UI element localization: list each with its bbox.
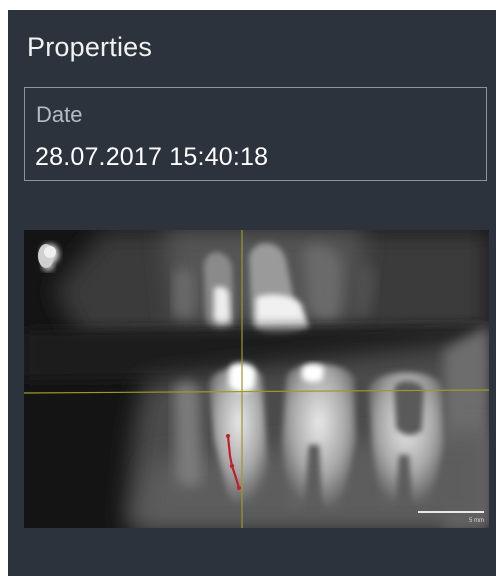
properties-panel: Properties Date 28.07.2017 15:40:18 5 mm <box>8 10 496 576</box>
panel-title: Properties <box>27 32 153 62</box>
date-field-value: 28.07.2017 15:40:18 <box>35 143 269 171</box>
xray-preview-image[interactable]: 5 mm <box>24 230 489 528</box>
date-field: Date 28.07.2017 15:40:18 <box>24 87 487 181</box>
scale-label: 5 mm <box>469 518 484 524</box>
xray-image: 5 mm <box>24 230 489 528</box>
date-field-label: Date <box>36 102 83 127</box>
